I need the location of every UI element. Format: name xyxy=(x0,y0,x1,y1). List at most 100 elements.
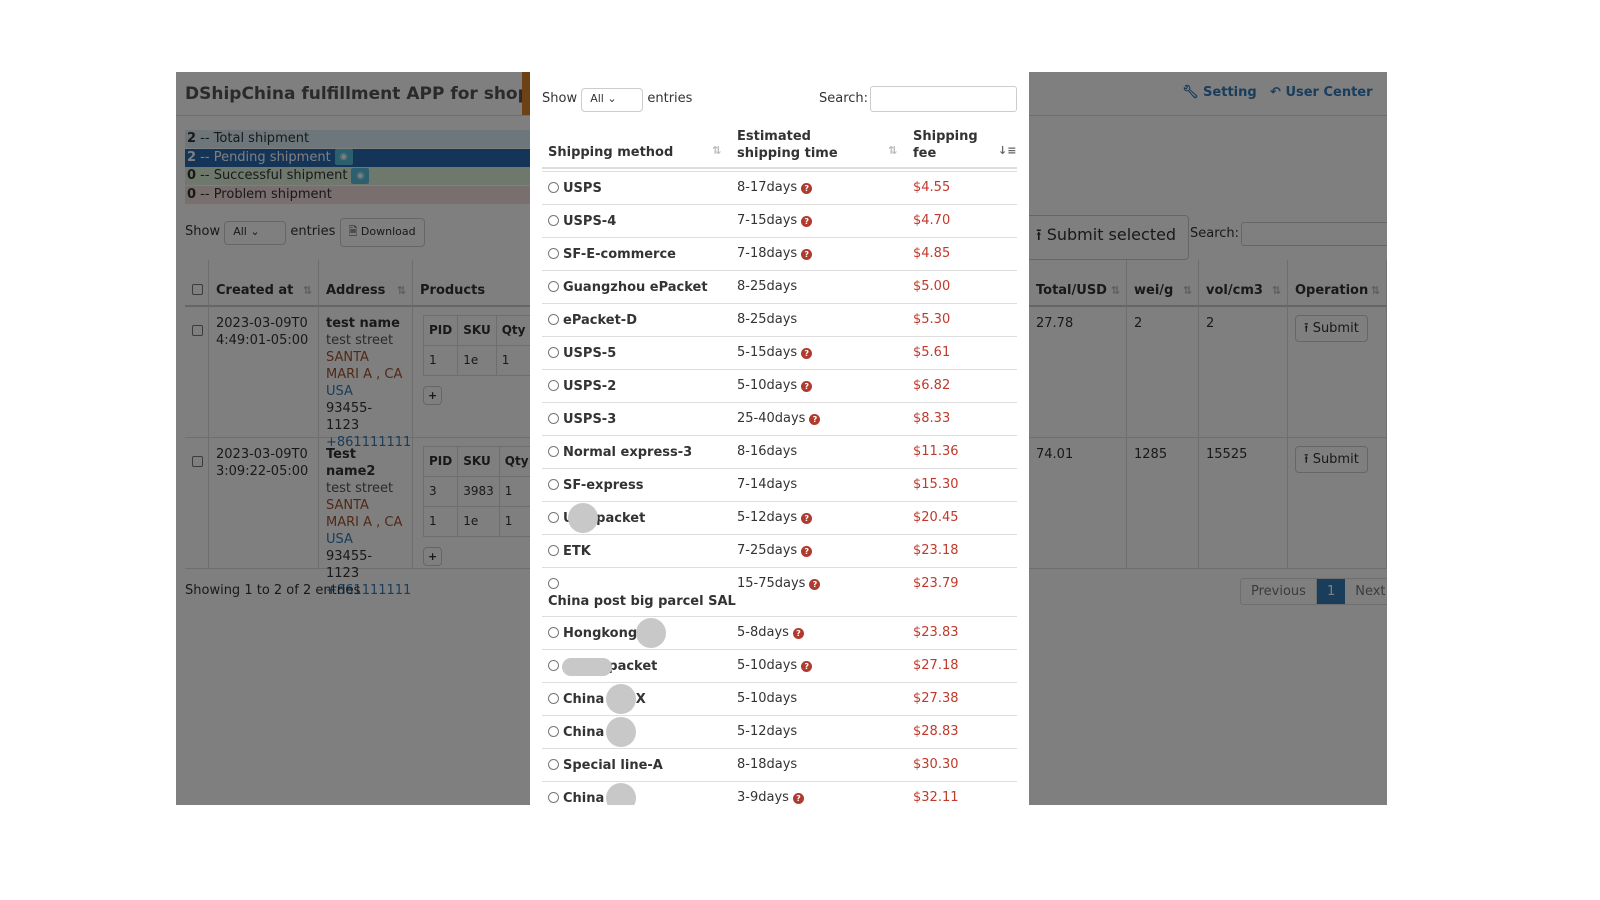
shipping-method-row[interactable]: China EX 5-10days $27.38 xyxy=(542,682,1017,715)
method-label: China xyxy=(563,791,605,805)
shipping-method-row[interactable]: packet 5-10days? $27.18 xyxy=(542,649,1017,682)
method-fee: $32.11 xyxy=(913,790,959,805)
shipping-method-row[interactable]: China 3-9days? $32.11 xyxy=(542,781,1017,805)
col-estimated-time[interactable]: Estimated shipping time xyxy=(737,128,877,162)
time-label: 8-25days xyxy=(737,312,798,327)
method-name: USPS xyxy=(548,180,728,197)
shipping-method-row[interactable]: SF-E-commerce 7-18days? $4.85 xyxy=(542,237,1017,270)
method-time: 8-25days xyxy=(737,279,797,294)
method-name: China post big parcel SAL xyxy=(548,576,736,610)
method-radio[interactable] xyxy=(548,182,559,193)
method-radio[interactable] xyxy=(548,248,559,259)
method-fee: $28.83 xyxy=(913,724,959,739)
method-radio[interactable] xyxy=(548,281,559,292)
method-radio[interactable] xyxy=(548,792,559,803)
method-label: USPS-4 xyxy=(563,214,617,229)
method-radio[interactable] xyxy=(548,693,559,704)
redaction-mark xyxy=(606,717,636,747)
time-label: 3-9days xyxy=(737,790,789,805)
shipping-method-row[interactable]: U packet 5-12days? $20.45 xyxy=(542,501,1017,534)
method-radio[interactable] xyxy=(548,578,559,589)
help-icon[interactable]: ? xyxy=(801,661,813,672)
method-radio[interactable] xyxy=(548,347,559,358)
shipping-method-row[interactable]: ETK 7-25days? $23.18 xyxy=(542,534,1017,567)
method-time: 15-75days? xyxy=(737,576,821,591)
method-label: ePacket-D xyxy=(563,313,637,328)
help-icon[interactable]: ? xyxy=(801,513,813,524)
method-label: USPS-2 xyxy=(563,379,617,394)
help-icon[interactable]: ? xyxy=(809,579,821,590)
time-label: 7-18days xyxy=(737,246,798,261)
method-fee: $11.36 xyxy=(913,444,959,459)
help-icon[interactable]: ? xyxy=(801,546,813,557)
help-icon[interactable]: ? xyxy=(809,414,821,425)
method-fee: $27.38 xyxy=(913,691,959,706)
method-label: Special line-A xyxy=(563,758,663,773)
method-fee: $15.30 xyxy=(913,477,959,492)
help-icon[interactable]: ? xyxy=(801,216,813,227)
help-icon[interactable]: ? xyxy=(801,348,813,359)
shipping-method-row[interactable]: Guangzhou ePacket 8-25days $5.00 xyxy=(542,270,1017,303)
method-fee: $5.61 xyxy=(913,345,951,360)
shipping-method-row[interactable]: Normal express-3 8-16days $11.36 xyxy=(542,435,1017,468)
modal-show-label: Show xyxy=(542,91,578,106)
shipping-method-row[interactable]: USPS-5 5-15days? $5.61 xyxy=(542,336,1017,369)
help-icon[interactable]: ? xyxy=(792,793,804,804)
time-label: 5-12days xyxy=(737,724,798,739)
col-shipping-method[interactable]: Shipping method xyxy=(548,145,673,160)
method-time: 8-17days? xyxy=(737,180,813,195)
shipping-method-row[interactable]: China 5-12days $28.83 xyxy=(542,715,1017,748)
method-radio[interactable] xyxy=(548,314,559,325)
shipping-method-row[interactable]: ePacket-D 8-25days $5.30 xyxy=(542,303,1017,336)
shipping-method-row[interactable]: China post big parcel SAL 15-75days? $23.7… xyxy=(542,567,1017,616)
shipping-method-row[interactable]: SF-express 7-14days $15.30 xyxy=(542,468,1017,501)
method-fee: $6.82 xyxy=(913,378,951,393)
sort-asc-icon[interactable]: ↓≡ xyxy=(998,144,1016,157)
col-shipping-fee[interactable]: Shipping fee xyxy=(913,128,983,162)
method-time: 7-18days? xyxy=(737,246,813,261)
method-radio[interactable] xyxy=(548,545,559,556)
method-time: 25-40days? xyxy=(737,411,821,426)
shipping-method-row[interactable]: USPS-3 25-40days? $8.33 xyxy=(542,402,1017,435)
method-radio[interactable] xyxy=(548,759,559,770)
method-name: SF-E-commerce xyxy=(548,246,728,263)
time-label: 25-40days xyxy=(737,411,806,426)
method-radio[interactable] xyxy=(548,512,559,523)
modal-entries-label: entries xyxy=(647,91,693,106)
method-time: 5-8days? xyxy=(737,625,804,640)
method-fee: $4.70 xyxy=(913,213,951,228)
modal-length-control: Show All ⌄ entries xyxy=(542,88,692,112)
method-name: Special line-A xyxy=(548,757,728,774)
method-label: SF-express xyxy=(563,478,644,493)
method-radio[interactable] xyxy=(548,215,559,226)
method-fee: $8.33 xyxy=(913,411,951,426)
method-radio[interactable] xyxy=(548,660,559,671)
method-name: ePacket-D xyxy=(548,312,728,329)
method-radio[interactable] xyxy=(548,413,559,424)
method-radio[interactable] xyxy=(548,446,559,457)
method-fee: $30.30 xyxy=(913,757,959,772)
modal-length-select[interactable]: All ⌄ xyxy=(581,88,644,112)
method-radio[interactable] xyxy=(548,726,559,737)
method-radio[interactable] xyxy=(548,479,559,490)
method-time: 5-15days? xyxy=(737,345,813,360)
modal-table-header: Shipping method ⇅ Estimated shipping tim… xyxy=(542,124,1017,169)
help-icon[interactable]: ? xyxy=(801,249,813,260)
method-label: Guangzhou ePacket xyxy=(563,280,708,295)
shipping-method-row[interactable]: Hongkong 5-8days? $23.83 xyxy=(542,616,1017,649)
help-icon[interactable]: ? xyxy=(801,381,813,392)
method-label: China post big parcel SAL xyxy=(548,594,736,609)
method-radio[interactable] xyxy=(548,627,559,638)
modal-search-input[interactable] xyxy=(870,86,1017,112)
help-icon[interactable]: ? xyxy=(792,628,804,639)
shipping-method-row[interactable]: USPS-4 7-15days? $4.70 xyxy=(542,204,1017,237)
method-fee: $5.00 xyxy=(913,279,951,294)
shipping-method-row[interactable]: Special line-A 8-18days $30.30 xyxy=(542,748,1017,781)
method-radio[interactable] xyxy=(548,380,559,391)
method-name: USPS-5 xyxy=(548,345,728,362)
shipping-method-row[interactable]: USPS 8-17days? $4.55 xyxy=(542,171,1017,204)
help-icon[interactable]: ? xyxy=(801,183,813,194)
shipping-method-modal: Show All ⌄ entries Search: Shipping meth… xyxy=(530,72,1029,805)
time-label: 8-18days xyxy=(737,757,798,772)
shipping-method-row[interactable]: USPS-2 5-10days? $6.82 xyxy=(542,369,1017,402)
